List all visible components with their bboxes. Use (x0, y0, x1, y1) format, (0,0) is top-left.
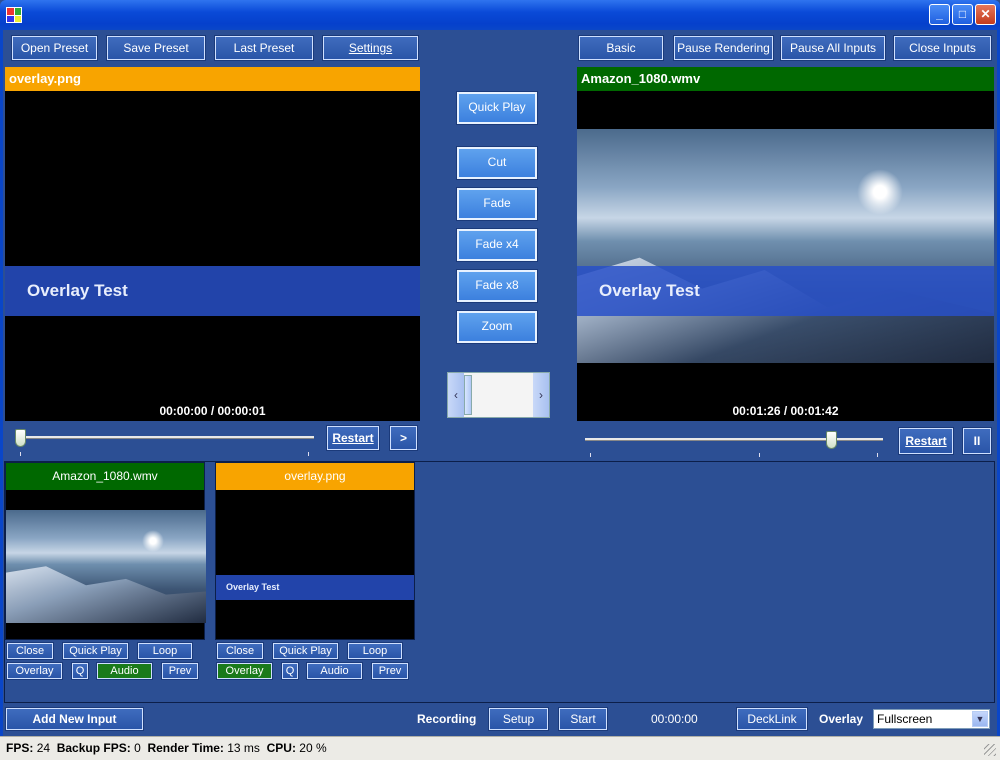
minimize-icon[interactable]: _ (929, 4, 950, 25)
output-timecode: 00:01:26 / 00:01:42 (732, 404, 839, 418)
preview-restart-button[interactable]: Restart (326, 425, 380, 451)
backup-fps-label: Backup FPS: (56, 741, 131, 755)
input-2-audio-button[interactable]: Audio (306, 662, 363, 680)
output-slider-track[interactable] (585, 438, 883, 441)
app-icon (6, 7, 22, 23)
input-1-close-button[interactable]: Close (6, 642, 54, 660)
recording-start-button[interactable]: Start (558, 707, 608, 731)
input-2-title: overlay.png (216, 463, 414, 490)
preview-overlay-text: Overlay Test (27, 281, 128, 300)
input-1-frame (6, 510, 206, 623)
backup-fps-value: 0 (134, 741, 141, 755)
chevron-down-icon[interactable]: ▼ (972, 711, 988, 727)
fps-label: FPS: (6, 741, 34, 755)
fade-x4-button[interactable]: Fade x4 (456, 228, 538, 262)
last-preset-button[interactable]: Last Preset (214, 35, 314, 61)
preview-play-button[interactable]: > (389, 425, 418, 451)
recording-timer: 00:00:00 (651, 712, 698, 726)
output-overlay-band: Overlay Test (577, 266, 994, 316)
output-panel: Amazon_1080.wmv Overlay Test 00:01:26 / … (577, 67, 994, 421)
fade-x8-button[interactable]: Fade x8 (456, 269, 538, 303)
preview-slider-track[interactable] (20, 436, 314, 439)
overlay-mode-value: Fullscreen (877, 712, 933, 726)
render-time-label: Render Time: (147, 741, 224, 755)
sun-glare (857, 169, 903, 215)
preview-timecode: 00:00:00 / 00:00:01 (159, 404, 266, 418)
window-titlebar: _ □ ✕ (0, 0, 1000, 30)
open-preset-button[interactable]: Open Preset (11, 35, 98, 61)
preview-panel: overlay.png Overlay Test 00:00:00 / 00:0… (5, 67, 420, 421)
input-2-overlay-text: Overlay Test (226, 582, 280, 592)
fade-button[interactable]: Fade (456, 187, 538, 221)
input-2-loop-button[interactable]: Loop (347, 642, 403, 660)
tbar-thumb[interactable] (464, 375, 472, 415)
tbar-scrollbar[interactable]: ‹ › (447, 372, 550, 418)
cut-button[interactable]: Cut (456, 146, 538, 180)
input-1-quick-play-button[interactable]: Quick Play (62, 642, 129, 660)
maximize-icon[interactable]: □ (952, 4, 973, 25)
output-title: Amazon_1080.wmv (577, 67, 994, 91)
decklink-button[interactable]: DeckLink (736, 707, 808, 731)
preview-overlay-band: Overlay Test (5, 266, 420, 316)
input-1-audio-button[interactable]: Audio (96, 662, 153, 680)
input-2-thumbnail[interactable]: overlay.png Overlay Test (215, 462, 415, 640)
input-2-q-button[interactable]: Q (281, 662, 299, 680)
resize-grip-icon[interactable] (984, 744, 996, 756)
settings-button[interactable]: Settings (322, 35, 419, 61)
slider-tick (590, 453, 591, 457)
save-preset-button[interactable]: Save Preset (106, 35, 206, 61)
chevron-left-icon[interactable]: ‹ (448, 373, 464, 417)
input-2-prev-button[interactable]: Prev (371, 662, 409, 680)
input-2-quick-play-button[interactable]: Quick Play (272, 642, 339, 660)
sun-glare (142, 530, 164, 552)
output-slider-thumb[interactable] (826, 431, 837, 449)
close-inputs-button[interactable]: Close Inputs (893, 35, 992, 61)
recording-label: Recording (417, 712, 477, 726)
output-pause-button[interactable]: II (962, 427, 992, 455)
input-2-overlay-button[interactable]: Overlay (216, 662, 273, 680)
mountain-video-frame (577, 129, 994, 363)
chevron-right-icon[interactable]: › (533, 373, 549, 417)
preview-title: overlay.png (5, 67, 420, 91)
pause-rendering-button[interactable]: Pause Rendering (673, 35, 774, 61)
recording-setup-button[interactable]: Setup (488, 707, 549, 731)
status-bar: FPS: 24 Backup FPS: 0 Render Time: 13 ms… (0, 736, 1000, 760)
slider-tick (20, 452, 21, 456)
cpu-label: CPU: (266, 741, 296, 755)
slider-tick (877, 453, 878, 457)
close-window-icon[interactable]: ✕ (975, 4, 996, 25)
input-1-overlay-button[interactable]: Overlay (6, 662, 63, 680)
cpu-value: 20 % (299, 741, 327, 755)
output-restart-button[interactable]: Restart (898, 427, 954, 455)
quick-play-button[interactable]: Quick Play (456, 91, 538, 125)
add-new-input-button[interactable]: Add New Input (5, 707, 144, 731)
fps-value: 24 (36, 741, 51, 755)
overlay-mode-select[interactable]: Fullscreen ▼ (873, 709, 990, 729)
output-overlay-text: Overlay Test (599, 281, 700, 300)
preview-slider-thumb[interactable] (15, 429, 26, 447)
snowy-ridge (6, 566, 206, 623)
pause-all-inputs-button[interactable]: Pause All Inputs (780, 35, 886, 61)
input-1-prev-button[interactable]: Prev (161, 662, 199, 680)
slider-tick (308, 452, 309, 456)
zoom-button[interactable]: Zoom (456, 310, 538, 344)
render-time-value: 13 ms (227, 741, 260, 755)
basic-button[interactable]: Basic (578, 35, 664, 61)
input-1-loop-button[interactable]: Loop (137, 642, 193, 660)
overlay-label: Overlay (819, 712, 864, 726)
input-2-close-button[interactable]: Close (216, 642, 264, 660)
input-1-thumbnail[interactable]: Amazon_1080.wmv (5, 462, 206, 640)
input-2-overlay-band: Overlay Test (216, 575, 414, 600)
slider-tick (759, 453, 760, 457)
input-1-q-button[interactable]: Q (71, 662, 89, 680)
input-1-title: Amazon_1080.wmv (6, 463, 204, 490)
